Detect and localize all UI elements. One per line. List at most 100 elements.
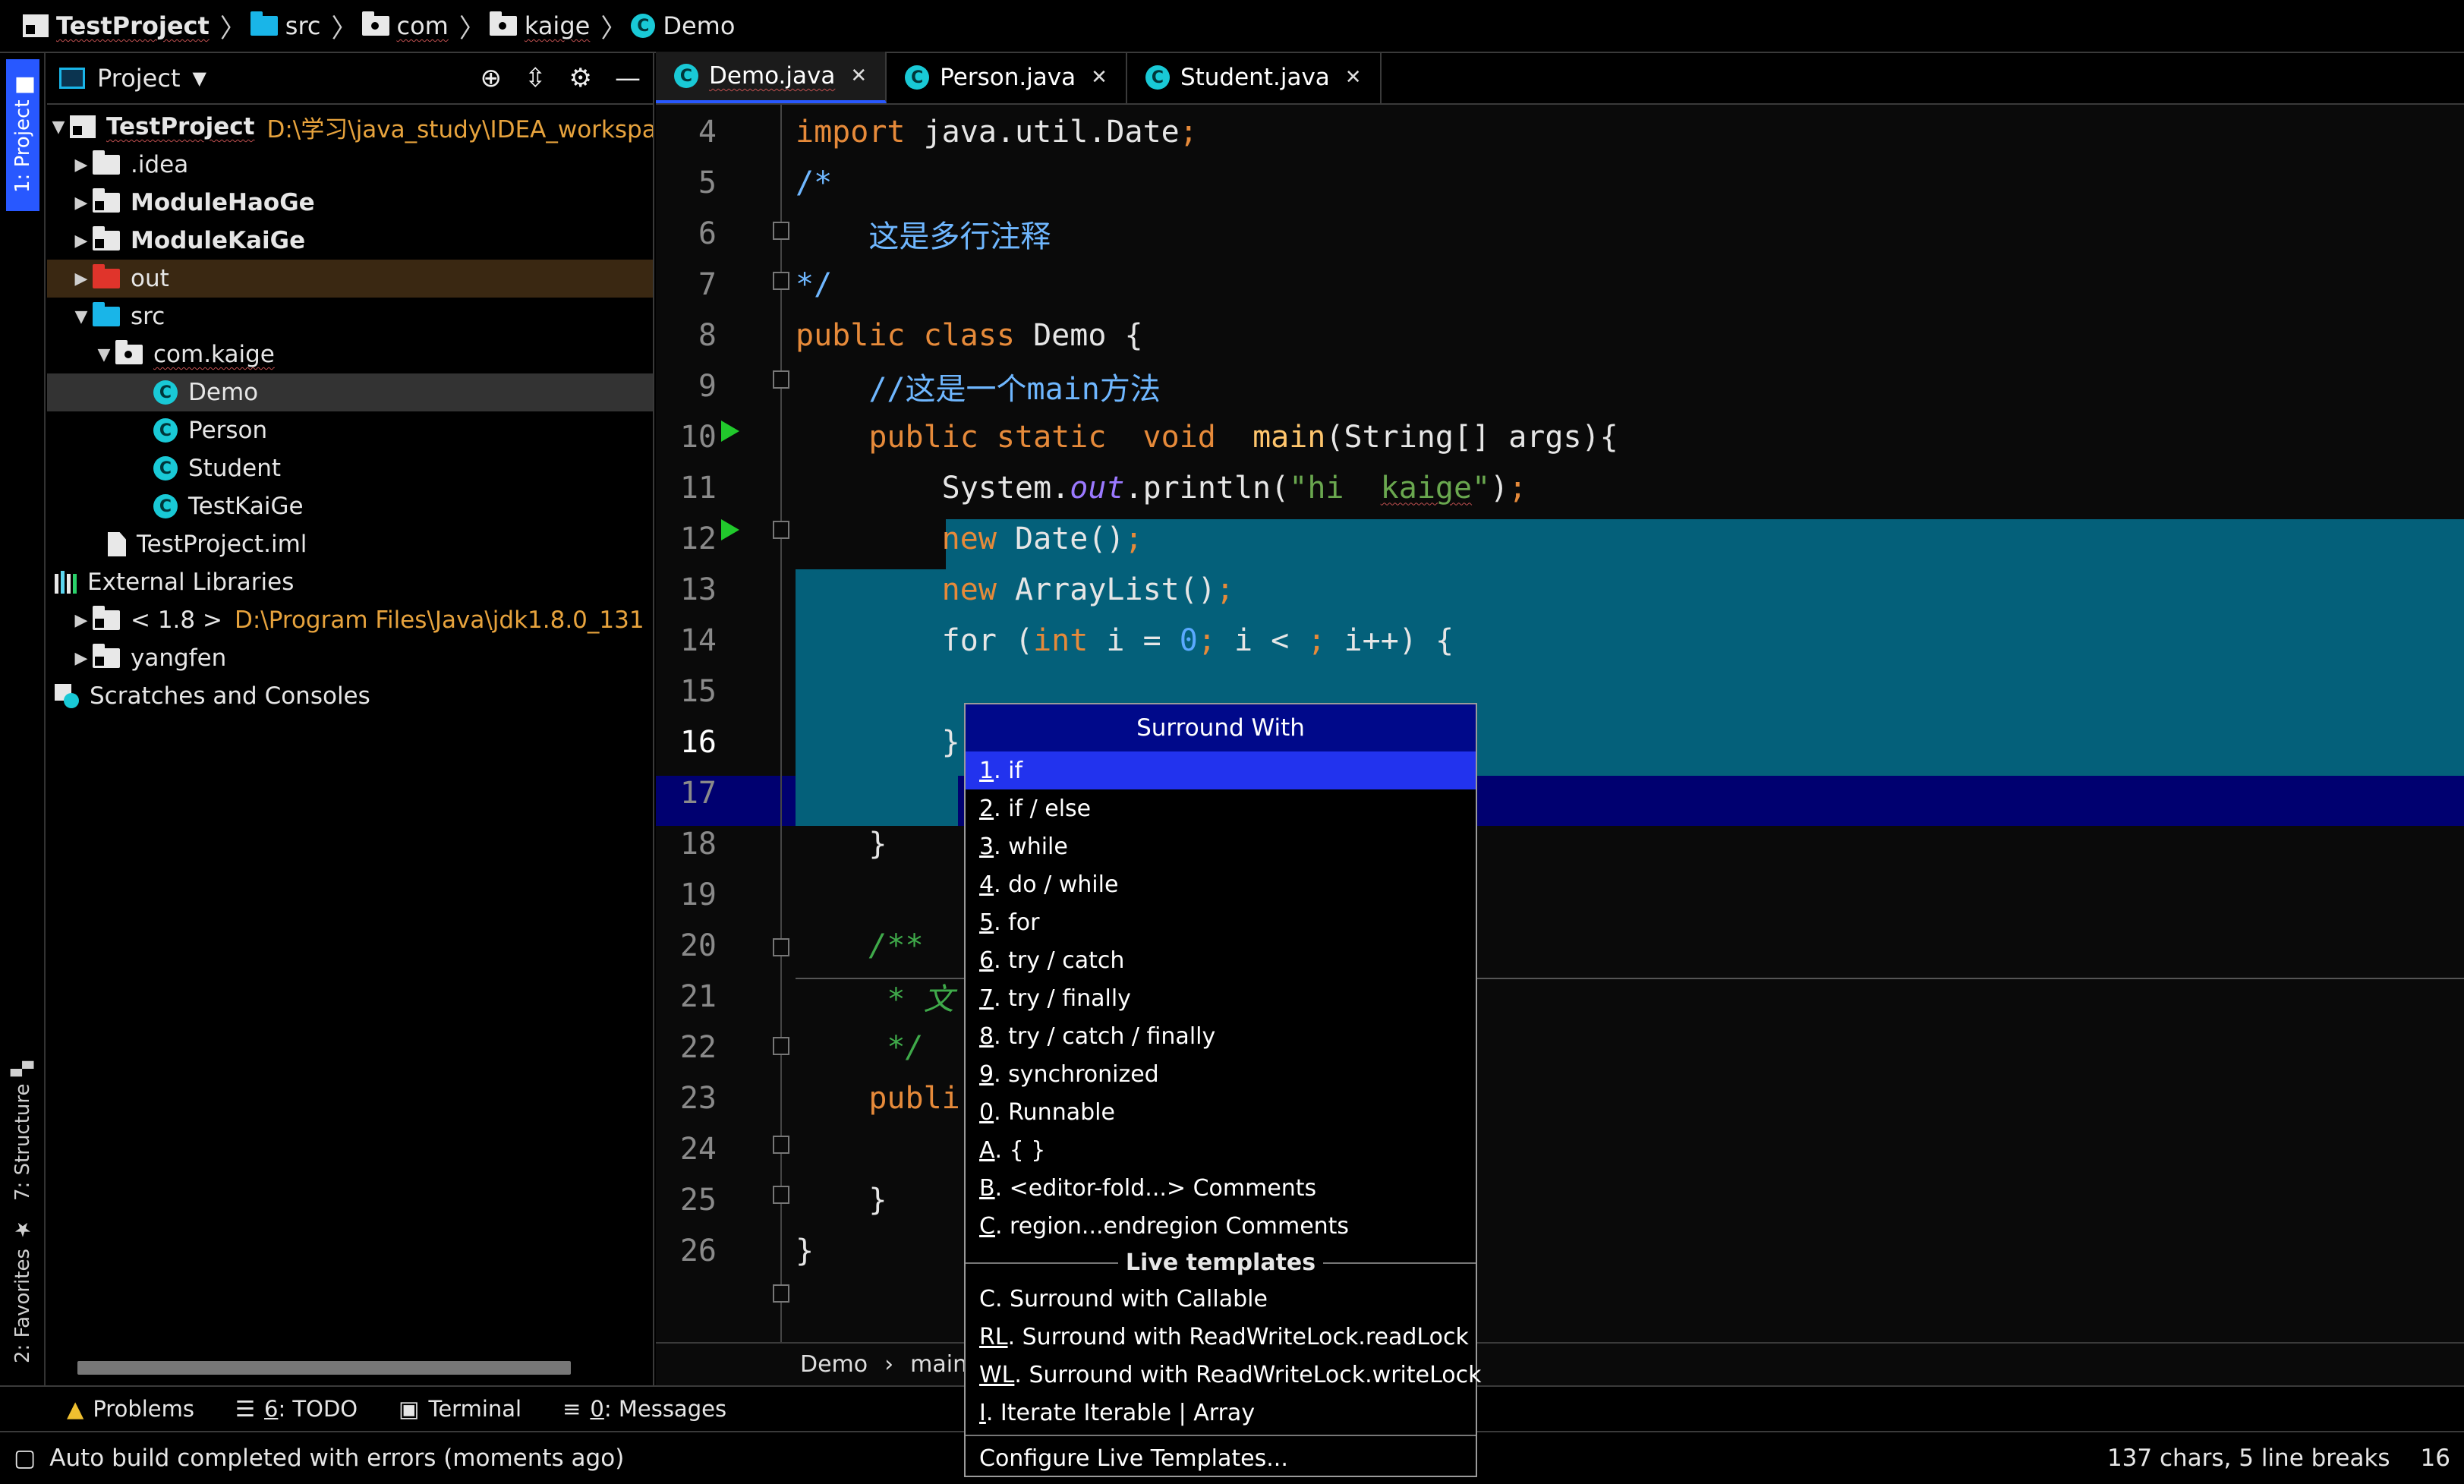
tab-student-java[interactable]: C Student.java ✕ bbox=[1127, 52, 1382, 103]
chevron-right-icon[interactable]: ▶ bbox=[70, 156, 93, 175]
structure-tool-tab[interactable]: 7: Structure ▚ bbox=[6, 1032, 39, 1230]
surround-option-runnable[interactable]: 0. Runnable bbox=[966, 1093, 1476, 1131]
code-area[interactable]: 4 import java.util.Date; 5 /* 6 这是多行注释 7… bbox=[656, 105, 2464, 1342]
tool-window-strip: 1: Project ▆ 7: Structure ▚ 2: Favorites… bbox=[0, 53, 46, 1385]
file-icon bbox=[108, 532, 126, 556]
code-line: 19 bbox=[679, 877, 717, 912]
todo-tool-button[interactable]: ☰ 6: TODO bbox=[235, 1396, 358, 1422]
surround-option-braces[interactable]: A. { } bbox=[966, 1131, 1476, 1169]
tree-item-out[interactable]: ▶ out bbox=[47, 260, 653, 298]
collapse-all-icon[interactable]: ⇳ bbox=[525, 63, 547, 93]
toggle-tool-windows-icon[interactable]: ▢ bbox=[14, 1445, 36, 1472]
chevron-right-icon[interactable]: ▶ bbox=[70, 194, 93, 213]
surround-option-if-else[interactable]: 2. if / else bbox=[966, 789, 1476, 827]
close-icon[interactable]: ✕ bbox=[1345, 66, 1362, 89]
project-panel: Project ▼ ⊕ ⇳ ⚙ — ▼ TestProject D:\学习\ja… bbox=[47, 53, 654, 1385]
messages-tool-button[interactable]: ≡ 0: Messages bbox=[562, 1396, 726, 1422]
tree-item-modulekaige[interactable]: ▶ ModuleKaiGe bbox=[47, 222, 653, 260]
surround-option-region[interactable]: C. region...endregion Comments bbox=[966, 1207, 1476, 1245]
surround-option-if[interactable]: 1. if bbox=[966, 751, 1476, 789]
code-line: 6 这是多行注释 bbox=[698, 216, 1051, 254]
class-icon: C bbox=[153, 494, 178, 518]
editor-tabs: C Demo.java ✕ C Person.java ✕ C Student.… bbox=[656, 52, 2464, 105]
surround-option-try-catch-finally[interactable]: 8. try / catch / finally bbox=[966, 1017, 1476, 1055]
chevron-down-icon[interactable]: ▼ bbox=[93, 345, 115, 364]
live-template-readlock[interactable]: RL. Surround with ReadWriteLock.readLock bbox=[966, 1318, 1476, 1356]
code-line: 11 System.out.println("hi kaige"); bbox=[679, 470, 1527, 506]
status-position[interactable]: 16 bbox=[2421, 1445, 2450, 1472]
code-line: 9 //这是一个main方法 bbox=[698, 368, 1161, 407]
surround-option-while[interactable]: 3. while bbox=[966, 827, 1476, 865]
tree-item-com-kaige[interactable]: ▼ com.kaige bbox=[47, 336, 653, 373]
chevron-down-icon[interactable]: ▼ bbox=[70, 307, 93, 326]
breadcrumb-com[interactable]: com bbox=[361, 11, 449, 40]
tree-item-external-libraries[interactable]: External Libraries bbox=[47, 563, 653, 601]
chevron-right-icon: 〉 bbox=[458, 13, 485, 44]
close-icon[interactable]: ✕ bbox=[850, 65, 867, 87]
tab-person-java[interactable]: C Person.java ✕ bbox=[887, 52, 1127, 103]
tree-item-modulehaoge[interactable]: ▶ ModuleHaoGe bbox=[47, 184, 653, 222]
status-message[interactable]: Auto build completed with errors (moment… bbox=[49, 1445, 624, 1472]
breadcrumb-class[interactable]: Demo bbox=[800, 1351, 868, 1378]
surround-option-editor-fold[interactable]: B. <editor-fold...> Comments bbox=[966, 1169, 1476, 1207]
chevron-right-icon[interactable]: ▶ bbox=[70, 232, 93, 250]
list-icon: ☰ bbox=[235, 1396, 255, 1422]
dropdown-arrow-icon: ▼ bbox=[192, 68, 206, 89]
fold-icon[interactable] bbox=[773, 1284, 789, 1303]
chevron-right-icon: 〉 bbox=[600, 13, 627, 44]
project-view-selector[interactable]: Project ▼ bbox=[59, 64, 206, 93]
module-folder-icon bbox=[93, 226, 120, 250]
tree-item-src[interactable]: ▼ src bbox=[47, 298, 653, 336]
folder-icon bbox=[250, 11, 278, 36]
locate-icon[interactable]: ⊕ bbox=[481, 63, 503, 93]
live-template-writelock[interactable]: WL. Surround with ReadWriteLock.writeLoc… bbox=[966, 1356, 1482, 1394]
tree-item-person[interactable]: C Person bbox=[47, 411, 653, 449]
code-line: 13 new ArrayList(); bbox=[679, 572, 1234, 607]
surround-option-for[interactable]: 5. for bbox=[966, 903, 1476, 941]
project-view-icon bbox=[59, 68, 85, 89]
horizontal-scrollbar[interactable] bbox=[77, 1361, 571, 1375]
tree-item-scratches[interactable]: Scratches and Consoles bbox=[47, 677, 653, 715]
surround-option-try-catch[interactable]: 6. try / catch bbox=[966, 941, 1476, 979]
selection-info: 137 chars, 5 line breaks bbox=[2106, 1445, 2390, 1472]
library-icon bbox=[55, 571, 77, 594]
hide-icon[interactable]: — bbox=[615, 63, 641, 93]
tree-item-demo[interactable]: C Demo bbox=[47, 373, 653, 411]
breadcrumb-src[interactable]: src bbox=[250, 11, 321, 40]
chevron-down-icon[interactable]: ▼ bbox=[47, 118, 70, 137]
live-template-iterate[interactable]: I. Iterate Iterable | Array bbox=[966, 1394, 1476, 1432]
close-icon[interactable]: ✕ bbox=[1091, 66, 1108, 89]
breadcrumb-kaige[interactable]: kaige bbox=[489, 11, 590, 40]
configure-live-templates[interactable]: Configure Live Templates... bbox=[966, 1439, 1476, 1477]
tree-item-testproject[interactable]: ▼ TestProject D:\学习\java_study\IDEA_work… bbox=[47, 108, 653, 146]
breadcrumb-method[interactable]: main bbox=[910, 1351, 967, 1378]
problems-tool-button[interactable]: ▲ Problems bbox=[67, 1396, 194, 1422]
terminal-tool-button[interactable]: ▣ Terminal bbox=[399, 1396, 521, 1422]
tree-item-idea[interactable]: ▶ .idea bbox=[47, 146, 653, 184]
project-tool-tab[interactable]: 1: Project ▆ bbox=[6, 59, 39, 211]
surround-option-do-while[interactable]: 4. do / while bbox=[966, 865, 1476, 903]
tree-item-student[interactable]: C Student bbox=[47, 449, 653, 487]
code-line: 12 new Date(); bbox=[679, 521, 1143, 556]
jdk-folder-icon bbox=[93, 606, 120, 630]
surround-option-try-finally[interactable]: 7. try / finally bbox=[966, 979, 1476, 1017]
chevron-right-icon[interactable]: ▶ bbox=[70, 269, 93, 288]
tree-item-yangfen[interactable]: ▶ yangfen bbox=[47, 639, 653, 677]
breadcrumb-project[interactable]: TestProject bbox=[23, 11, 210, 40]
code-line: 15 bbox=[679, 673, 717, 709]
tab-demo-java[interactable]: C Demo.java ✕ bbox=[656, 52, 887, 103]
tree-item-testkaige[interactable]: C TestKaiGe bbox=[47, 487, 653, 525]
structure-icon: ▚ bbox=[11, 1060, 34, 1076]
chevron-right-icon[interactable]: ▶ bbox=[70, 649, 93, 668]
tree-item-jdk[interactable]: ▶ < 1.8 > D:\Program Files\Java\jdk1.8.0… bbox=[47, 601, 653, 639]
surround-option-synchronized[interactable]: 9. synchronized bbox=[966, 1055, 1476, 1093]
surround-with-popup: Surround With 1. if 2. if / else 3. whil… bbox=[964, 703, 1482, 1477]
favorites-tool-tab[interactable]: 2: Favorites ★ bbox=[6, 1207, 39, 1374]
code-line: 5 /* bbox=[698, 165, 833, 200]
breadcrumb-demo[interactable]: C Demo bbox=[631, 11, 735, 40]
project-tree: ▼ TestProject D:\学习\java_study\IDEA_work… bbox=[47, 105, 653, 715]
gear-icon[interactable]: ⚙ bbox=[569, 63, 592, 93]
chevron-right-icon[interactable]: ▶ bbox=[70, 611, 93, 630]
live-template-callable[interactable]: C . Surround with Callable bbox=[966, 1280, 1476, 1318]
tree-item-iml[interactable]: TestProject.iml bbox=[47, 525, 653, 563]
